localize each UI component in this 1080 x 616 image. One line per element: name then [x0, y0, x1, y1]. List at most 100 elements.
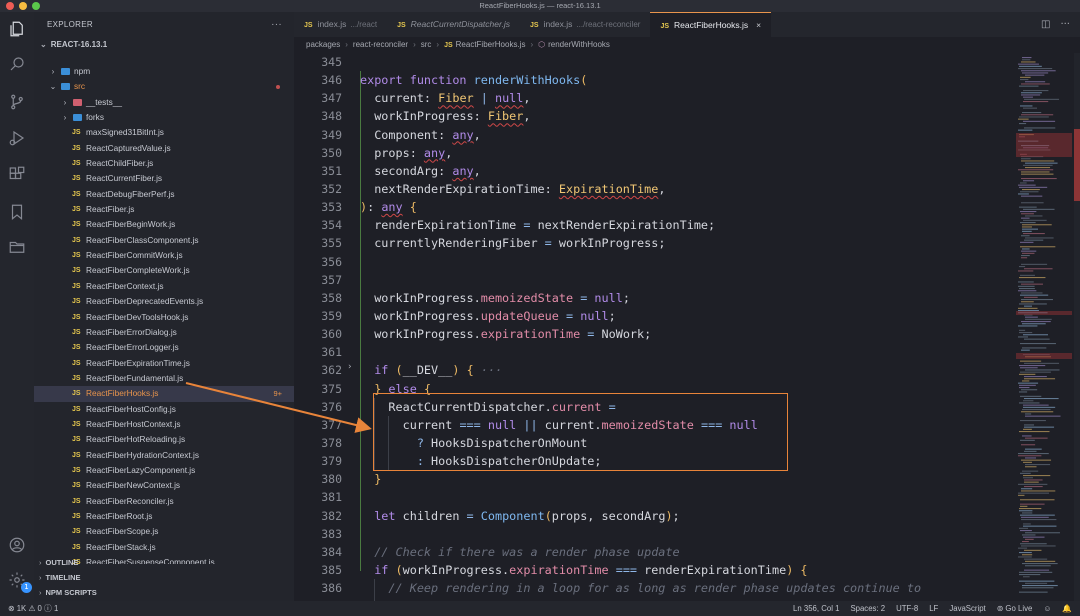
settings-gear-icon[interactable]: 1	[7, 570, 32, 593]
tab-index-react[interactable]: JS index.js .../react	[294, 12, 387, 37]
breadcrumb-item[interactable]: renderWithHooks	[548, 40, 610, 49]
indentation[interactable]: Spaces: 2	[850, 601, 885, 616]
bookmark-icon[interactable]	[7, 202, 27, 222]
code-token: ===	[615, 562, 638, 577]
minimap-line	[1025, 316, 1038, 318]
minimap-line	[1024, 558, 1048, 560]
breadcrumb-item[interactable]: react-reconciler	[353, 40, 408, 49]
tree-item[interactable]: JS ReactFiberExpirationTime.js	[34, 356, 294, 371]
tree-item[interactable]: JS ReactFiberLazyComponent.js	[34, 463, 294, 478]
tab-react-current-dispatcher[interactable]: JS ReactCurrentDispatcher.js	[387, 12, 520, 37]
search-icon[interactable]	[7, 54, 27, 74]
vertical-scrollbar[interactable]	[1074, 53, 1080, 601]
close-tab-button[interactable]: ×	[756, 20, 761, 30]
files-icon[interactable]	[7, 19, 27, 39]
minimap[interactable]	[1014, 53, 1074, 601]
minimap-line	[1020, 420, 1046, 422]
extensions-icon[interactable]	[7, 164, 27, 184]
line-number: 351	[321, 163, 342, 178]
language-mode[interactable]: JavaScript	[949, 601, 985, 616]
minimap-line	[1020, 395, 1042, 397]
tree-item[interactable]: JS ReactFiber.js	[34, 202, 294, 217]
tree-item[interactable]: JS ReactFiberFundamental.js	[34, 371, 294, 386]
split-editor-icon[interactable]: ◫	[1041, 19, 1050, 30]
code-line: secondArg: any,	[360, 162, 1010, 180]
tree-item[interactable]: JS ReactFiberHostConfig.js	[34, 402, 294, 417]
project-root[interactable]: ⌄ REACT-16.13.1	[34, 38, 294, 52]
minimap-line	[1019, 571, 1053, 573]
notifications-icon[interactable]: 🔔	[1062, 601, 1072, 616]
line-number-gutter: 345 346 347 348 349 350 351 352 353 354 355 356 357 3…	[294, 53, 344, 601]
encoding[interactable]: UTF-8	[896, 601, 918, 616]
tab-index-react-reconciler[interactable]: JS index.js .../react-reconciler	[520, 12, 650, 37]
tree-item[interactable]: JS ReactFiberHotReloading.js	[34, 432, 294, 447]
code-line: workInProgress.memoizedState = null;	[360, 289, 1010, 307]
breadcrumb-item[interactable]: ReactFiberHooks.js	[456, 40, 526, 49]
folder-icon[interactable]	[7, 237, 27, 257]
tree-item[interactable]: JS ReactFiberDevToolsHook.js	[34, 310, 294, 325]
tree-item[interactable]: JS ReactFiberHydrationContext.js	[34, 448, 294, 463]
tree-item[interactable]: JS ReactFiberNewContext.js	[34, 478, 294, 493]
tree-item[interactable]: JS ReactFiberCommitWork.js	[34, 248, 294, 263]
tree-item[interactable]: › __tests__	[34, 95, 294, 110]
js-file-icon: JS	[72, 497, 81, 505]
tree-item[interactable]: JS ReactDebugFiberPerf.js	[34, 187, 294, 202]
minimap-line	[1018, 310, 1039, 312]
fold-chevron-icon[interactable]: ›	[348, 362, 352, 372]
account-icon[interactable]	[7, 535, 27, 555]
section-timeline[interactable]: › TIMELINE	[34, 570, 294, 585]
more-actions-button[interactable]: ···	[271, 12, 282, 38]
tree-item[interactable]: JS ReactFiberDeprecatedEvents.js	[34, 294, 294, 309]
problems-indicator[interactable]: ⊗ 1K ⚠ 0 ⓘ 1	[8, 601, 58, 616]
minimap-line	[1025, 237, 1054, 239]
tree-item[interactable]: JS ReactFiberReconciler.js	[34, 494, 294, 509]
section-npm-scripts[interactable]: › NPM SCRIPTS	[34, 585, 294, 600]
code-token: renderExpirationTime	[637, 562, 787, 577]
tree-item[interactable]: › npm	[34, 64, 294, 79]
tree-item[interactable]: JS ReactCurrentFiber.js	[34, 171, 294, 186]
tab-react-fiber-hooks[interactable]: JS ReactFiberHooks.js ×	[650, 12, 772, 37]
tree-item[interactable]: JS ReactCapturedValue.js	[34, 141, 294, 156]
feedback-icon[interactable]: ☺	[1043, 601, 1051, 616]
line-ending[interactable]: LF	[929, 601, 938, 616]
minimap-line	[1020, 503, 1045, 505]
minimap-line	[1021, 160, 1055, 162]
tree-item[interactable]: JS maxSigned31BitInt.js	[34, 125, 294, 140]
tree-item-label: ReactFiberRoot.js	[86, 510, 153, 521]
modified-dot-icon	[276, 85, 280, 90]
tree-item[interactable]: JS ReactFiberHostContext.js	[34, 417, 294, 432]
tree-item[interactable]: JS ReactFiberBeginWork.js	[34, 217, 294, 232]
tree-item[interactable]: JS ReactFiberCompleteWork.js	[34, 263, 294, 278]
breadcrumb-item[interactable]: src	[421, 40, 432, 49]
tree-item[interactable]: JS ReactFiberHooks.js 9+	[34, 386, 294, 402]
go-live-button[interactable]: ⊚ Go Live	[997, 601, 1033, 616]
code-line: let children = Component(props, secondAr…	[360, 507, 1010, 525]
minimap-line	[1021, 213, 1034, 215]
tree-item[interactable]: JS ReactFiberScope.js	[34, 524, 294, 539]
minimap-line	[1020, 543, 1047, 545]
section-outline[interactable]: › OUTLINE	[34, 555, 294, 570]
tree-item-label: maxSigned31BitInt.js	[86, 127, 164, 138]
tree-item[interactable]: JS ReactFiberStack.js	[34, 540, 294, 555]
tree-item[interactable]: JS ReactFiberRoot.js	[34, 509, 294, 524]
code-token: )	[665, 508, 673, 523]
minimap-line	[1020, 274, 1035, 276]
code-token: NoWork;	[594, 327, 652, 342]
tree-item[interactable]: JS ReactFiberClassComponent.js	[34, 233, 294, 248]
more-icon[interactable]: ···	[1060, 19, 1070, 30]
minimap-line	[1021, 94, 1041, 96]
minimap-line	[1025, 466, 1037, 468]
run-debug-icon[interactable]	[7, 128, 27, 148]
tree-item[interactable]: JS ReactChildFiber.js	[34, 156, 294, 171]
tree-item[interactable]: JS ReactFiberErrorLogger.js	[34, 340, 294, 355]
breadcrumb-item[interactable]: packages	[306, 40, 340, 49]
code-editor[interactable]: 345 346 347 348 349 350 351 352 353 354 355 356 357 3…	[294, 53, 1014, 601]
tree-item[interactable]: › forks	[34, 110, 294, 125]
tree-item[interactable]: JS ReactFiberErrorDialog.js	[34, 325, 294, 340]
cursor-position[interactable]: Ln 356, Col 1	[793, 601, 839, 616]
tree-item-label: npm	[74, 66, 91, 76]
source-control-icon[interactable]	[7, 92, 27, 112]
tree-item[interactable]: JS ReactFiberContext.js	[34, 279, 294, 294]
tree-item[interactable]: ⌄ src	[34, 79, 294, 94]
